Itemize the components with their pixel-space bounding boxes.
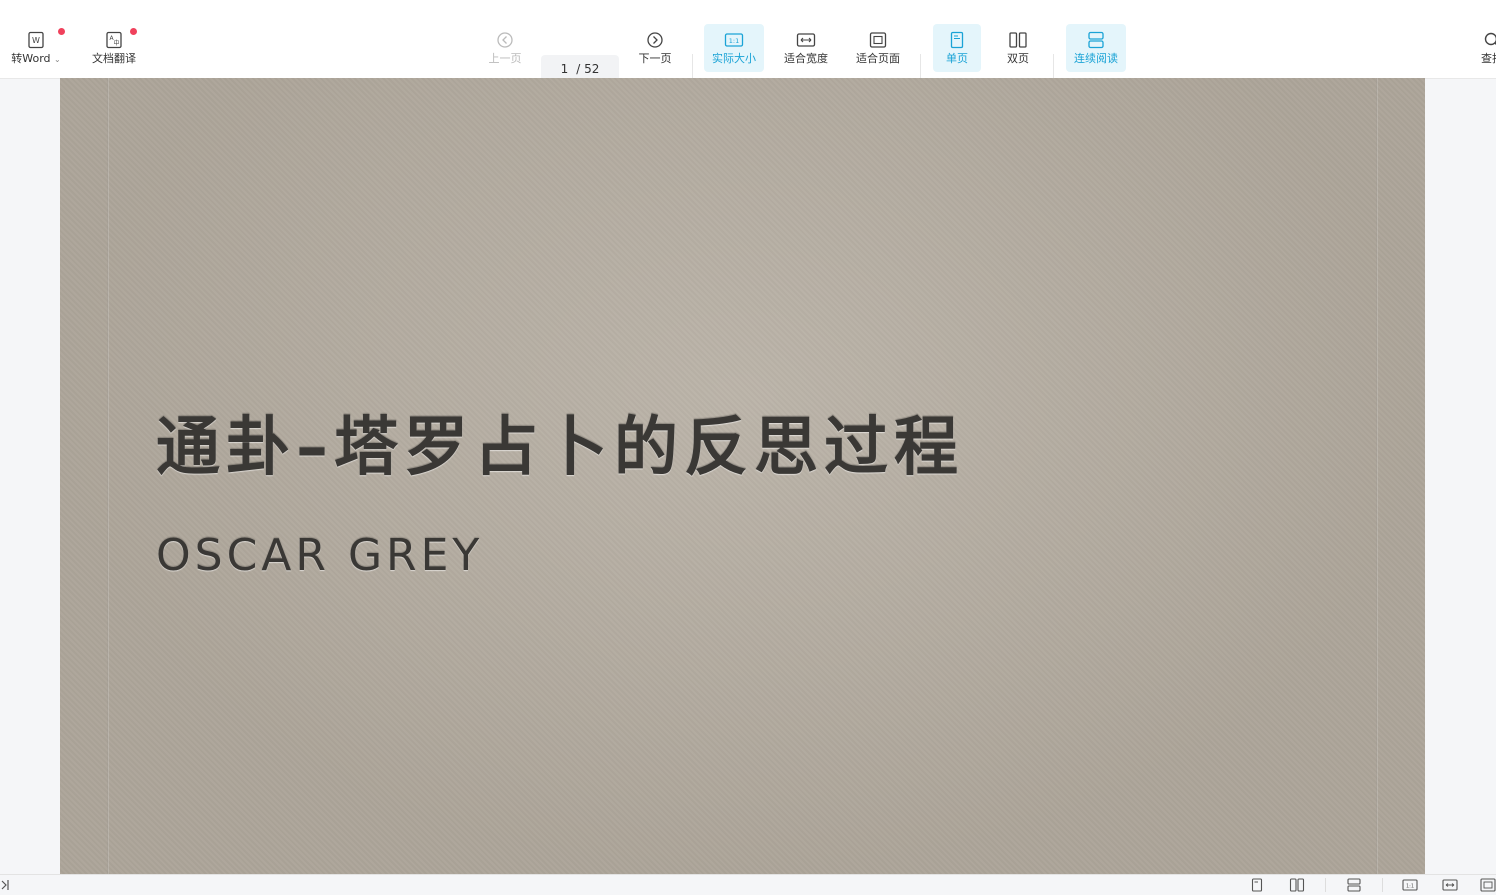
actual-size-icon: 1:1 xyxy=(724,31,744,49)
single-page-icon xyxy=(948,31,966,49)
double-page-icon xyxy=(1008,31,1028,49)
fit-width-icon[interactable] xyxy=(1442,878,1458,892)
fit-width-label: 适合宽度 xyxy=(784,52,828,65)
continuous-reading-icon xyxy=(1086,31,1106,49)
fit-page-label: 适合页面 xyxy=(856,52,900,65)
to-word-label: 转Word xyxy=(11,52,50,65)
translate-icon: A 中 xyxy=(105,31,123,49)
notification-dot xyxy=(130,28,137,35)
total-pages: / 52 xyxy=(576,62,599,76)
svg-text:中: 中 xyxy=(113,39,119,47)
toolbar: W 转Word ⌄ A 中 文档翻译 上一页 1 / 52 下一页 xyxy=(0,20,1496,79)
translate-label: 文档翻译 xyxy=(92,52,136,65)
svg-text:1:1: 1:1 xyxy=(1406,884,1414,890)
notification-dot xyxy=(58,28,65,35)
double-page-icon[interactable] xyxy=(1289,878,1305,892)
single-page-icon[interactable] xyxy=(1249,878,1265,892)
slide-title: 通卦–塔罗占卜的反思过程 xyxy=(156,396,964,488)
actual-size-label: 实际大小 xyxy=(712,52,756,65)
next-page-label: 下一页 xyxy=(639,52,672,65)
continuous-reading-icon[interactable] xyxy=(1346,878,1362,892)
divider xyxy=(1382,878,1383,892)
chevron-down-icon: ⌄ xyxy=(54,55,61,64)
prev-page-label: 上一页 xyxy=(489,52,522,65)
divider xyxy=(1325,878,1326,892)
svg-text:W: W xyxy=(32,36,40,45)
expand-sidebar-icon[interactable] xyxy=(0,878,16,892)
to-word-button[interactable]: W 转Word ⌄ xyxy=(6,24,66,72)
prev-page-button[interactable]: 上一页 xyxy=(482,24,528,72)
next-page-button[interactable]: 下一页 xyxy=(632,24,678,72)
bottom-bar: 1:1 xyxy=(0,874,1496,895)
fit-width-icon xyxy=(796,31,816,49)
slide-subtitle: OSCAR GREY xyxy=(156,530,483,581)
search-label: 查找 xyxy=(1481,52,1496,65)
fit-width-button[interactable]: 适合宽度 xyxy=(778,24,834,72)
word-file-icon: W xyxy=(27,31,45,49)
window-top-strip xyxy=(0,0,1496,20)
single-page-label: 单页 xyxy=(946,52,968,65)
continuous-reading-button[interactable]: 连续阅读 xyxy=(1066,24,1126,72)
fit-page-icon xyxy=(868,31,888,49)
chevron-left-circle-icon xyxy=(496,31,514,49)
page-rule-line xyxy=(1376,78,1378,874)
current-page-input[interactable]: 1 xyxy=(561,62,569,76)
double-page-button[interactable]: 双页 xyxy=(995,24,1041,72)
continuous-reading-label: 连续阅读 xyxy=(1074,52,1118,65)
double-page-label: 双页 xyxy=(1007,52,1029,65)
search-icon xyxy=(1483,31,1496,49)
actual-size-icon[interactable]: 1:1 xyxy=(1402,878,1418,892)
svg-text:1:1: 1:1 xyxy=(729,37,739,45)
fit-page-button[interactable]: 适合页面 xyxy=(850,24,906,72)
search-button[interactable]: 查找 xyxy=(1472,24,1496,72)
document-page: 通卦–塔罗占卜的反思过程 OSCAR GREY xyxy=(60,78,1425,874)
actual-size-button[interactable]: 1:1 实际大小 xyxy=(704,24,764,72)
fit-page-icon[interactable] xyxy=(1480,878,1496,892)
chevron-right-circle-icon xyxy=(646,31,664,49)
page-rule-line xyxy=(107,78,109,874)
single-page-button[interactable]: 单页 xyxy=(933,24,981,72)
